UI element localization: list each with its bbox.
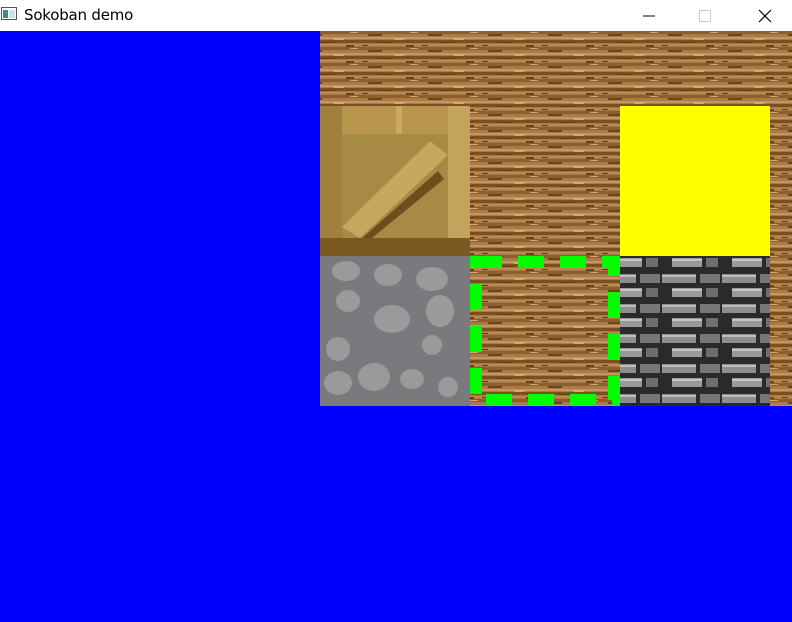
- window-title: Sokoban demo: [24, 6, 134, 24]
- maximize-icon: [699, 9, 711, 22]
- stone-tile: [320, 256, 470, 406]
- goal-tile: [470, 256, 620, 406]
- close-button[interactable]: [742, 0, 788, 31]
- game-canvas[interactable]: [0, 31, 792, 622]
- app-icon: [1, 7, 17, 20]
- minimize-icon: [643, 15, 655, 16]
- maximize-button[interactable]: [682, 0, 728, 31]
- wall-tile: [620, 256, 770, 406]
- player-tile: [620, 106, 770, 256]
- minimize-button[interactable]: [626, 0, 672, 31]
- floor-tile: [470, 106, 620, 256]
- app-window: Sokoban demo: [0, 0, 792, 622]
- floor-tile: [770, 106, 792, 256]
- floor-tile: [770, 256, 792, 406]
- tile-grid: [320, 31, 792, 406]
- floor-tile: [320, 31, 792, 106]
- close-icon: [758, 9, 772, 22]
- title-bar[interactable]: Sokoban demo: [0, 0, 792, 31]
- crate-tile: [320, 106, 470, 256]
